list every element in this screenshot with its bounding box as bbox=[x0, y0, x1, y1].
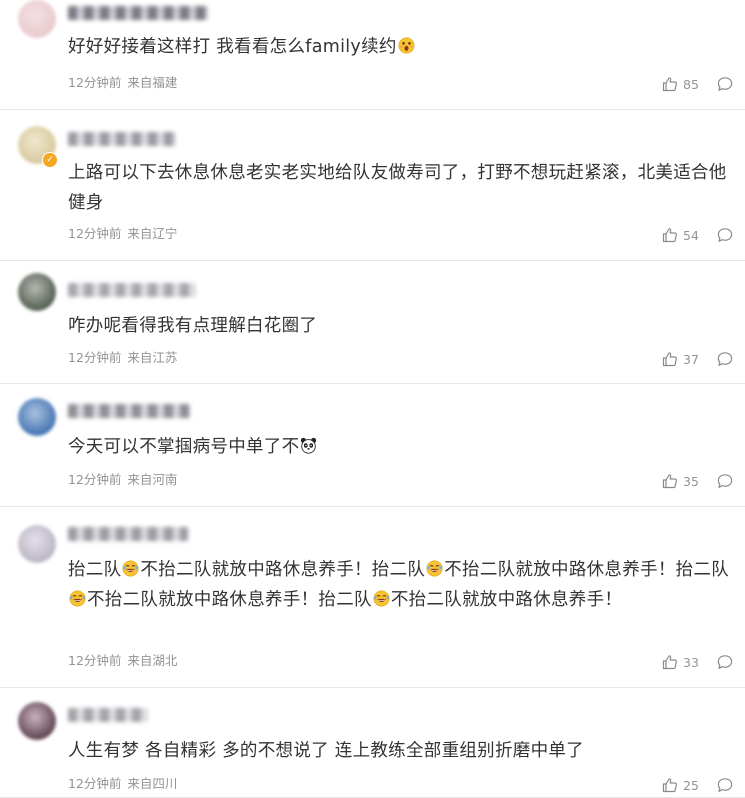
username-blurred[interactable] bbox=[68, 283, 196, 297]
username-blurred[interactable] bbox=[68, 708, 148, 722]
comment-text-segment: 不抬二队就放中路休息养手！ bbox=[390, 590, 623, 610]
thumbs-up-icon[interactable] bbox=[662, 351, 678, 367]
comment-text-segment: 今天可以不掌掴病号中单了不 bbox=[68, 437, 300, 457]
thumbs-up-icon[interactable] bbox=[662, 473, 678, 489]
username-blurred[interactable] bbox=[68, 404, 190, 418]
comment-actions: 33 bbox=[662, 653, 733, 671]
comment-text-segment: 不抬二队就放中路休息养手！抬二队 bbox=[87, 590, 372, 610]
username-blurred[interactable] bbox=[68, 6, 208, 20]
like-count: 85 bbox=[683, 76, 699, 92]
comment-actions: 35 bbox=[662, 472, 733, 490]
avatar[interactable] bbox=[18, 702, 56, 740]
comment-bubble-icon[interactable] bbox=[717, 473, 733, 489]
comment-bubble-icon[interactable] bbox=[717, 777, 733, 793]
comment-actions: 54 bbox=[662, 226, 733, 244]
comment-time: 12分钟前 bbox=[68, 350, 122, 365]
thumbs-up-icon[interactable] bbox=[662, 654, 678, 670]
comment-item: 好好好接着这样打 我看看怎么family续约 12分钟前 来自福建 85 bbox=[0, 0, 745, 110]
comment-text-segment: 不抬二队就放中路休息养手！抬二队 bbox=[444, 560, 730, 580]
comment-meta: 12分钟前 来自湖北 bbox=[68, 653, 183, 669]
comment-text-segment: 咋办呢看得我有点理解白花圈了 bbox=[68, 316, 318, 336]
comment-item: 抬二队 不抬二队就放中路休息养手！抬二队 不抬二队就放中路休息养手！抬二队不抬二队就… bbox=[0, 507, 745, 688]
thumbs-up-icon[interactable] bbox=[662, 76, 678, 92]
comment-bubble-icon[interactable] bbox=[717, 76, 733, 92]
comment-meta: 12分钟前 来自福建 bbox=[68, 75, 183, 91]
comment-item: ✓ 上路可以下去休息休息老实老实地给队友做寿司了，打野不想玩赶紧滚，北美适合他健身… bbox=[0, 110, 745, 261]
panda-emoji-icon bbox=[301, 437, 317, 454]
username-blurred[interactable] bbox=[68, 527, 188, 541]
username-blurred[interactable] bbox=[68, 132, 176, 146]
comment-item: 今天可以不掌掴病号中单了不 12分钟前 来自河南 35 bbox=[0, 384, 745, 507]
comment-actions: 25 bbox=[662, 776, 733, 794]
comment-bubble-icon[interactable] bbox=[717, 654, 733, 670]
comment-time: 12分钟前 bbox=[68, 472, 122, 487]
comment-time: 12分钟前 bbox=[68, 653, 122, 668]
like-count: 35 bbox=[683, 473, 699, 489]
comment-actions: 37 bbox=[662, 350, 733, 368]
laughing-emoji-icon bbox=[122, 560, 139, 577]
comment-actions: 85 bbox=[662, 75, 733, 93]
comment-location: 来自辽宁 bbox=[127, 226, 178, 241]
comment-text: 好好好接着这样打 我看看怎么family续约 bbox=[68, 32, 738, 62]
laughing-emoji-icon bbox=[69, 590, 86, 607]
comment-location: 来自福建 bbox=[127, 75, 178, 90]
verified-badge-icon: ✓ bbox=[42, 152, 58, 168]
comment-location: 来自河南 bbox=[127, 472, 178, 487]
comment-text-segment: 抬二队 bbox=[68, 560, 122, 580]
comment-text: 抬二队 不抬二队就放中路休息养手！抬二队 不抬二队就放中路休息养手！抬二队不抬二队就… bbox=[68, 555, 738, 615]
laughing-emoji-icon bbox=[373, 590, 390, 607]
avatar[interactable] bbox=[18, 273, 56, 311]
thumbs-up-icon[interactable] bbox=[662, 777, 678, 793]
comment-text: 上路可以下去休息休息老实老实地给队友做寿司了，打野不想玩赶紧滚，北美适合他健身 bbox=[68, 158, 738, 218]
comment-text-segment: 人生有梦 各自精彩 多的不想说了 连上教练全部重组别折磨中单了 bbox=[68, 741, 584, 761]
comment-location: 来自湖北 bbox=[127, 653, 178, 668]
like-count: 33 bbox=[683, 654, 699, 670]
comment-meta: 12分钟前 来自河南 bbox=[68, 472, 183, 488]
comment-item: 人生有梦 各自精彩 多的不想说了 连上教练全部重组别折磨中单了 12分钟前 来自四川… bbox=[0, 688, 745, 798]
like-count: 37 bbox=[683, 351, 699, 367]
comment-text: 咋办呢看得我有点理解白花圈了 bbox=[68, 311, 738, 341]
like-count: 25 bbox=[683, 777, 699, 793]
comment-meta: 12分钟前 来自江苏 bbox=[68, 350, 183, 366]
avatar[interactable] bbox=[18, 398, 56, 436]
like-count: 54 bbox=[683, 227, 699, 243]
comment-meta: 12分钟前 来自四川 bbox=[68, 776, 183, 792]
comment-item: 咋办呢看得我有点理解白花圈了 12分钟前 来自江苏 37 bbox=[0, 261, 745, 384]
comment-time: 12分钟前 bbox=[68, 75, 122, 90]
comment-bubble-icon[interactable] bbox=[717, 351, 733, 367]
comment-text-segment: 好好好接着这样打 我看看怎么family续约 bbox=[68, 37, 397, 57]
comment-text: 今天可以不掌掴病号中单了不 bbox=[68, 432, 738, 462]
comment-bubble-icon[interactable] bbox=[717, 227, 733, 243]
laughing-emoji-icon bbox=[426, 560, 443, 577]
comment-text: 人生有梦 各自精彩 多的不想说了 连上教练全部重组别折磨中单了 bbox=[68, 736, 738, 766]
surprised-emoji-icon bbox=[398, 37, 415, 54]
avatar[interactable] bbox=[18, 0, 56, 38]
comment-text-segment: 不抬二队就放中路休息养手！抬二队 bbox=[140, 560, 426, 580]
comment-time: 12分钟前 bbox=[68, 776, 122, 791]
comment-text-segment: 上路可以下去休息休息老实老实地给队友做寿司了，打野不想玩赶紧滚，北美适合他健身 bbox=[68, 163, 727, 213]
comment-meta: 12分钟前 来自辽宁 bbox=[68, 226, 183, 242]
avatar[interactable] bbox=[18, 525, 56, 563]
comment-location: 来自江苏 bbox=[127, 350, 178, 365]
thumbs-up-icon[interactable] bbox=[662, 227, 678, 243]
comment-location: 来自四川 bbox=[127, 776, 178, 791]
comment-time: 12分钟前 bbox=[68, 226, 122, 241]
